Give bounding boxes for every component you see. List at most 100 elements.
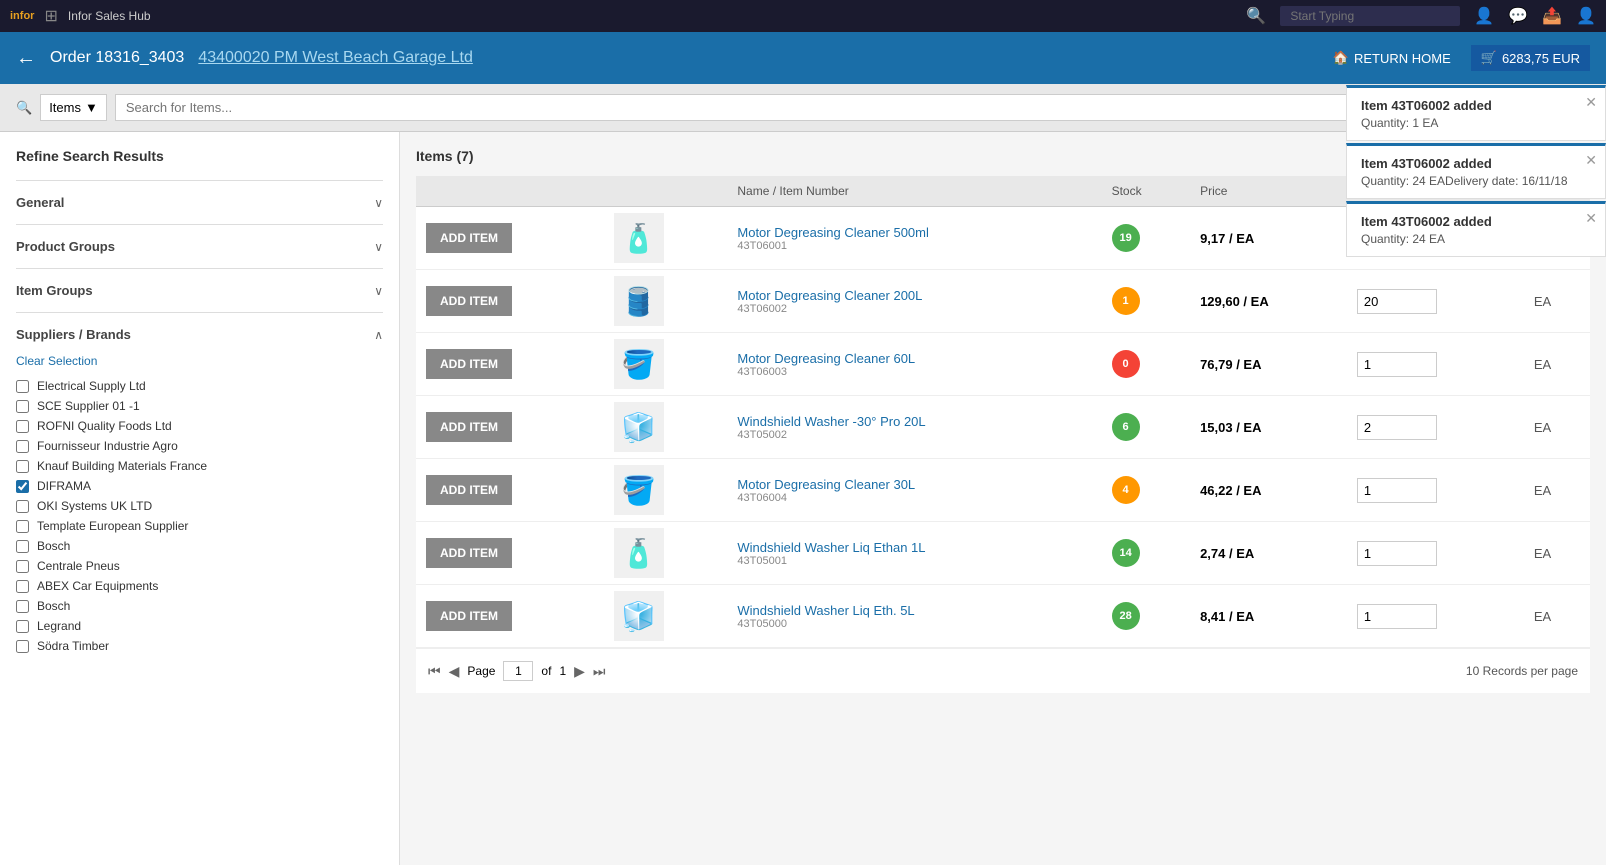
supplier-checkbox-9[interactable] <box>16 560 29 573</box>
unit-cell: EA <box>1524 333 1590 396</box>
supplier-checkbox-5[interactable] <box>16 480 29 493</box>
supplier-label-6: OKI Systems UK LTD <box>37 499 152 513</box>
supplier-label-7: Template European Supplier <box>37 519 188 533</box>
prev-page-button[interactable]: ◀ <box>449 663 460 680</box>
profile-icon[interactable]: 👤 <box>1576 6 1596 26</box>
supplier-label-3: Fournisseur Industrie Agro <box>37 439 178 453</box>
notification-title: Item 43T06002 added <box>1361 214 1591 229</box>
supplier-checkbox-3[interactable] <box>16 440 29 453</box>
app-name: Infor Sales Hub <box>68 9 151 23</box>
product-image-cell: 🧊 <box>604 585 728 648</box>
user-icon[interactable]: 👤 <box>1474 6 1494 26</box>
supplier-label-11: Bosch <box>37 599 70 613</box>
quantity-input[interactable] <box>1357 289 1437 314</box>
quantity-input[interactable] <box>1357 604 1437 629</box>
product-number: 43T06003 <box>737 366 1091 378</box>
search-dropdown[interactable]: Items ▼ <box>40 94 107 121</box>
product-name-link[interactable]: Windshield Washer -30° Pro 20L <box>737 414 925 429</box>
stock-cell: 28 <box>1102 585 1190 648</box>
supplier-checkbox-6[interactable] <box>16 500 29 513</box>
unit-cell: EA <box>1524 585 1590 648</box>
product-name-cell: Motor Degreasing Cleaner 60L 43T06003 <box>727 333 1101 396</box>
chat-icon[interactable]: 💬 <box>1508 6 1528 26</box>
product-name-link[interactable]: Motor Degreasing Cleaner 500ml <box>737 225 928 240</box>
add-item-button[interactable]: ADD ITEM <box>426 538 512 568</box>
global-search-input[interactable] <box>1280 6 1460 26</box>
qty-cell <box>1347 585 1524 648</box>
page-input[interactable] <box>503 661 533 681</box>
product-name-link[interactable]: Windshield Washer Liq Ethan 1L <box>737 540 925 555</box>
stock-badge: 1 <box>1112 287 1140 315</box>
filter-product-groups-label: Product Groups <box>16 239 115 254</box>
product-name-cell: Windshield Washer Liq Ethan 1L 43T05001 <box>727 522 1101 585</box>
quantity-input[interactable] <box>1357 415 1437 440</box>
supplier-checkbox-12[interactable] <box>16 620 29 633</box>
first-page-button[interactable]: ⏮ <box>428 663 441 680</box>
col-stock: Stock <box>1102 176 1190 207</box>
clear-selection-link[interactable]: Clear Selection <box>16 354 383 368</box>
supplier-checkbox-1[interactable] <box>16 400 29 413</box>
filter-item-groups-header[interactable]: Item Groups ∨ <box>16 279 383 302</box>
quantity-input[interactable] <box>1357 352 1437 377</box>
quantity-input[interactable] <box>1357 541 1437 566</box>
home-icon: 🏠 <box>1333 50 1349 66</box>
product-name-link[interactable]: Motor Degreasing Cleaner 60L <box>737 351 915 366</box>
back-button[interactable]: ← <box>16 47 36 70</box>
infor-logo: infor <box>10 10 34 22</box>
qty-cell <box>1347 459 1524 522</box>
customer-link[interactable]: 43400020 PM West Beach Garage Ltd <box>198 49 473 67</box>
share-icon[interactable]: 📤 <box>1542 6 1562 26</box>
supplier-checkbox-2[interactable] <box>16 420 29 433</box>
chevron-down-icon-pg: ∨ <box>374 240 383 254</box>
supplier-item-4: Knauf Building Materials France <box>16 456 383 476</box>
product-name-cell: Motor Degreasing Cleaner 200L 43T06002 <box>727 270 1101 333</box>
supplier-label-1: SCE Supplier 01 -1 <box>37 399 140 413</box>
stock-badge: 19 <box>1112 224 1140 252</box>
price-cell: 9,17 / EA <box>1190 207 1347 270</box>
notification-close-button[interactable]: ✕ <box>1585 94 1597 111</box>
product-name-link[interactable]: Motor Degreasing Cleaner 30L <box>737 477 915 492</box>
add-item-button[interactable]: ADD ITEM <box>426 601 512 631</box>
notification-close-button[interactable]: ✕ <box>1585 152 1597 169</box>
next-page-button[interactable]: ▶ <box>574 663 585 680</box>
add-item-button[interactable]: ADD ITEM <box>426 349 512 379</box>
filter-general-header[interactable]: General ∨ <box>16 191 383 214</box>
filter-product-groups-header[interactable]: Product Groups ∨ <box>16 235 383 258</box>
supplier-checkbox-4[interactable] <box>16 460 29 473</box>
add-item-button[interactable]: ADD ITEM <box>426 223 512 253</box>
notification-close-button[interactable]: ✕ <box>1585 210 1597 227</box>
filter-item-groups-label: Item Groups <box>16 283 93 298</box>
product-name-link[interactable]: Motor Degreasing Cleaner 200L <box>737 288 922 303</box>
cart-area[interactable]: 🛒 6283,75 EUR <box>1471 45 1590 71</box>
notification-card: ✕ Item 43T06002 added Quantity: 24 EADel… <box>1346 143 1606 199</box>
return-home-button[interactable]: 🏠 RETURN HOME <box>1333 50 1451 66</box>
supplier-item-10: ABEX Car Equipments <box>16 576 383 596</box>
supplier-checkbox-10[interactable] <box>16 580 29 593</box>
unit-cell: EA <box>1524 522 1590 585</box>
supplier-item-11: Bosch <box>16 596 383 616</box>
supplier-checkbox-11[interactable] <box>16 600 29 613</box>
product-image-cell: 🛢️ <box>604 270 728 333</box>
supplier-checkbox-8[interactable] <box>16 540 29 553</box>
add-item-button[interactable]: ADD ITEM <box>426 412 512 442</box>
supplier-label-0: Electrical Supply Ltd <box>37 379 146 393</box>
last-page-button[interactable]: ⏭ <box>593 663 606 680</box>
quantity-input[interactable] <box>1357 478 1437 503</box>
supplier-checkbox-0[interactable] <box>16 380 29 393</box>
add-item-button[interactable]: ADD ITEM <box>426 286 512 316</box>
supplier-item-3: Fournisseur Industrie Agro <box>16 436 383 456</box>
add-item-button[interactable]: ADD ITEM <box>426 475 512 505</box>
product-image-cell: 🧴 <box>604 522 728 585</box>
grid-icon[interactable]: ⊞ <box>44 6 57 26</box>
product-image: 🧊 <box>614 591 664 641</box>
product-name-link[interactable]: Windshield Washer Liq Eth. 5L <box>737 603 914 618</box>
filter-suppliers-header[interactable]: Suppliers / Brands ∧ <box>16 323 383 346</box>
chevron-down-icon: ∨ <box>374 196 383 210</box>
supplier-checkbox-7[interactable] <box>16 520 29 533</box>
qty-cell <box>1347 333 1524 396</box>
product-image: 🪣 <box>614 339 664 389</box>
product-number: 43T05000 <box>737 618 1091 630</box>
stock-badge: 4 <box>1112 476 1140 504</box>
supplier-label-9: Centrale Pneus <box>37 559 120 573</box>
supplier-checkbox-13[interactable] <box>16 640 29 653</box>
